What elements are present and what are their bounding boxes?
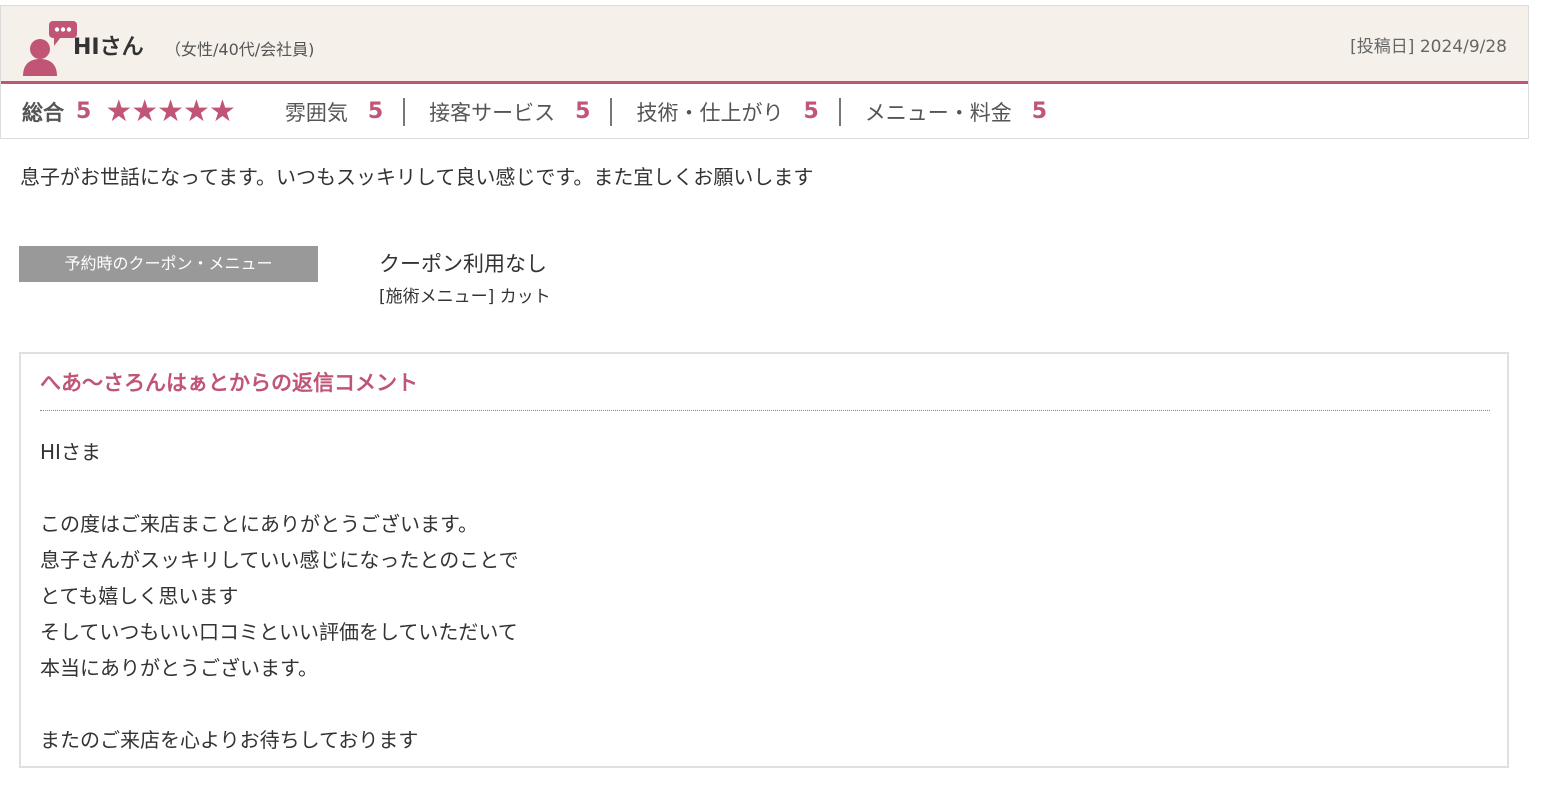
rating-score: 5 — [803, 99, 819, 124]
review-text: 息子がお世話になってます。いつもスッキリして良い感じです。また宜しくお願いします — [20, 165, 814, 189]
reply-line: またのご来店を心よりお待ちしております — [40, 728, 419, 752]
ratings-row: 総合 5 ★ ★ ★ ★ ★ 雰囲気 5 接客サービス 5 技術・仕上がり 5 メニュー… — [1, 84, 1528, 139]
category-ratings: 雰囲気 5 接客サービス 5 技術・仕上がり 5 メニュー・料金 5 — [285, 97, 1047, 127]
rating-atmosphere: 雰囲気 5 — [285, 97, 383, 127]
rating-technique: 技術・仕上がり 5 — [636, 97, 818, 127]
reply-line: そしていつもいい口コミといい評価をしていただいて — [40, 620, 518, 644]
reviewer-bar: HIさん （女性/40代/会社員) [投稿日] 2024/9/28 — [1, 6, 1528, 84]
reply-line: 本当にありがとうございます。 — [40, 656, 318, 680]
post-date: [投稿日] 2024/9/28 — [1350, 37, 1507, 57]
reply-line: この度はご来店まことにありがとうございます。 — [40, 512, 478, 536]
coupon-menu-tag: 予約時のクーポン・メニュー — [19, 246, 318, 282]
reviewer-attributes: （女性/40代/会社員) — [165, 40, 315, 59]
reply-line: 息子さんがスッキリしていい感じになったとのことで — [40, 548, 519, 572]
rating-label: 雰囲気 — [284, 100, 348, 125]
rating-label: メニュー・料金 — [864, 100, 1012, 125]
overall-rating-label: 総合 — [22, 100, 64, 125]
salon-reply-box: へあ〜さろんはぁとからの返信コメント HIさま この度はご来店まことにありがとう… — [19, 352, 1509, 768]
treatment-menu: [施術メニュー] カット — [379, 287, 551, 307]
rating-menu-price: メニュー・料金 5 — [865, 97, 1047, 127]
rating-score: 5 — [575, 99, 591, 124]
reviewer-name: HIさん — [73, 35, 144, 60]
coupon-value: クーポン利用なし — [379, 252, 547, 276]
user-comment-icon — [23, 21, 77, 76]
star-icon: ★ — [105, 93, 133, 129]
star-icon: ★ — [157, 93, 185, 129]
star-rating: ★ ★ ★ ★ ★ — [105, 93, 236, 129]
rating-service: 接客サービス 5 — [429, 97, 590, 127]
reply-line — [40, 470, 519, 506]
rating-label: 接客サービス — [429, 100, 556, 125]
rating-divider — [838, 97, 841, 126]
star-icon: ★ — [183, 93, 210, 129]
review-header: HIさん （女性/40代/会社員) [投稿日] 2024/9/28 総合 5 ★… — [0, 5, 1529, 139]
overall-rating-score: 5 — [76, 99, 92, 124]
reply-line: HIさま — [40, 440, 101, 464]
rating-score: 5 — [367, 99, 384, 124]
rating-label: 技術・仕上がり — [636, 100, 784, 125]
reply-body: HIさま この度はご来店まことにありがとうございます。 息子さんがスッキリしてい… — [40, 434, 519, 758]
reply-line — [40, 686, 519, 722]
rating-divider — [610, 97, 613, 126]
rating-divider — [403, 97, 406, 126]
reply-title: へあ〜さろんはぁとからの返信コメント — [40, 371, 418, 395]
rating-score: 5 — [1031, 99, 1048, 124]
star-icon: ★ — [131, 93, 159, 129]
star-icon: ★ — [208, 93, 236, 129]
reply-line: とても嬉しく思います — [40, 584, 239, 608]
reply-divider — [40, 410, 1490, 411]
